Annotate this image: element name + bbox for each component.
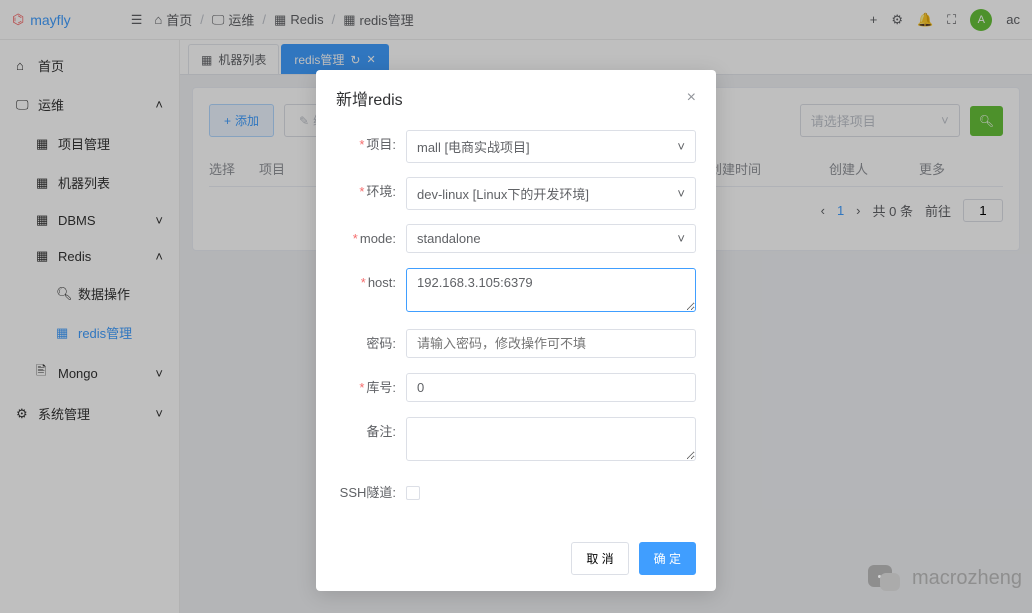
label-mode: mode: xyxy=(360,231,396,246)
chevron-down-icon: ˅ xyxy=(677,186,685,201)
label-password: 密码: xyxy=(366,336,396,351)
dialog-header: 新增redis × xyxy=(316,70,716,126)
label-remark: 备注: xyxy=(366,424,396,439)
label-project: 项目: xyxy=(366,137,396,152)
confirm-button[interactable]: 确 定 xyxy=(639,542,696,575)
input-password[interactable] xyxy=(406,329,696,358)
label-host: host: xyxy=(368,275,396,290)
select-env[interactable]: dev-linux [Linux下的开发环境]˅ xyxy=(406,177,696,210)
select-mode[interactable]: standalone˅ xyxy=(406,224,696,253)
dialog-title: 新增redis xyxy=(336,86,403,110)
dialog-add-redis: 新增redis × *项目: mall [电商实战项目]˅ *环境: dev-l… xyxy=(316,70,716,591)
label-ssh: SSH隧道: xyxy=(340,485,396,500)
close-icon[interactable]: × xyxy=(687,89,696,107)
chevron-down-icon: ˅ xyxy=(677,139,685,154)
label-env: 环境: xyxy=(366,184,396,199)
select-project[interactable]: mall [电商实战项目]˅ xyxy=(406,130,696,163)
watermark-text: macrozheng xyxy=(912,567,1022,590)
chevron-down-icon: ˅ xyxy=(677,231,685,246)
dialog-body: *项目: mall [电商实战项目]˅ *环境: dev-linux [Linu… xyxy=(316,126,716,532)
dialog-footer: 取 消 确 定 xyxy=(316,532,716,591)
input-db[interactable] xyxy=(406,373,696,402)
input-remark[interactable] xyxy=(406,417,696,461)
cancel-button[interactable]: 取 消 xyxy=(571,542,628,575)
wechat-icon xyxy=(862,561,902,595)
label-db: 库号: xyxy=(366,380,396,395)
watermark: macrozheng xyxy=(862,561,1022,595)
input-host[interactable]: 192.168.3.105:6379 xyxy=(406,268,696,312)
checkbox-ssh[interactable] xyxy=(406,486,420,500)
